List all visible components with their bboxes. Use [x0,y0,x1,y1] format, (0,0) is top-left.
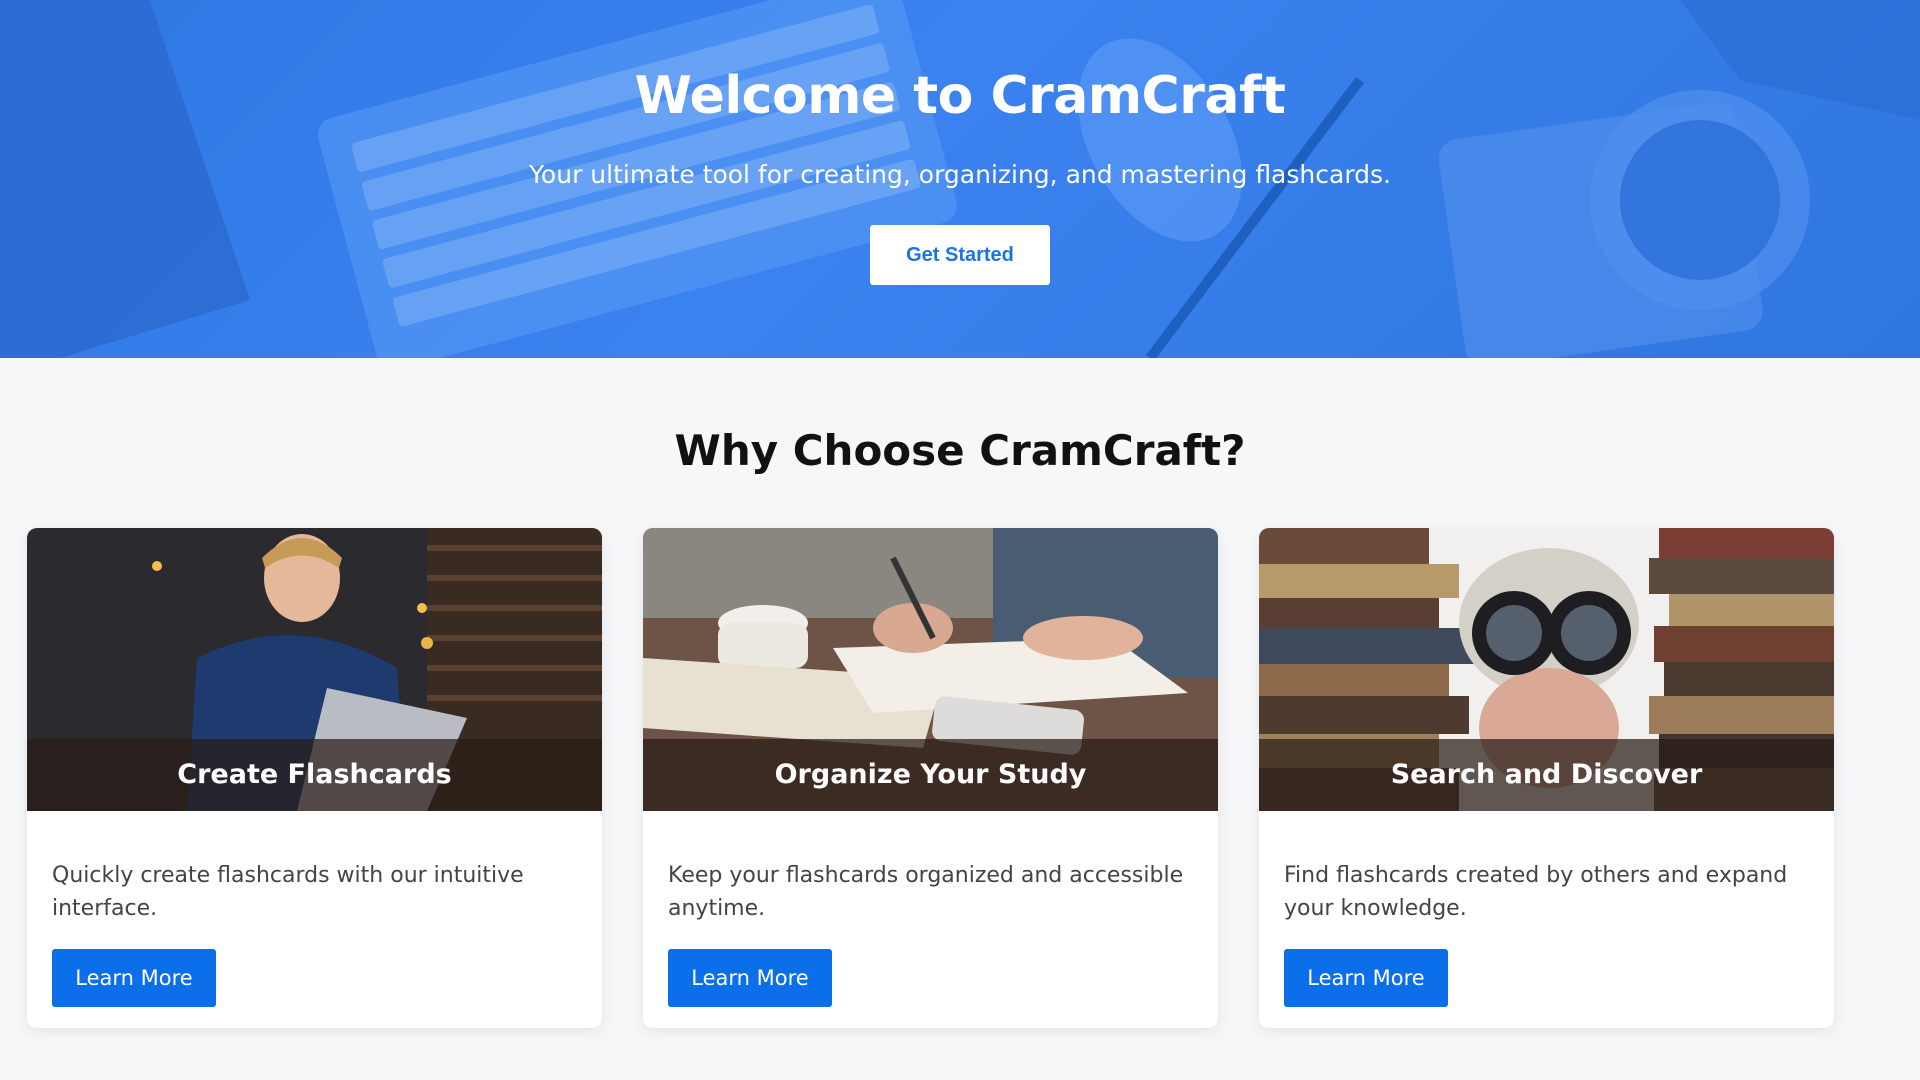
get-started-button[interactable]: Get Started [870,225,1050,285]
hero-title: Welcome to CramCraft [634,66,1286,126]
card-caption: Search and Discover [1259,739,1834,811]
card-body: Find flashcards created by others and ex… [1259,811,1834,1007]
hero-subtitle: Your ultimate tool for creating, organiz… [528,160,1391,189]
feature-card-search: Search and Discover Find flashcards crea… [1259,528,1834,1028]
card-caption: Create Flashcards [27,739,602,811]
learn-more-button[interactable]: Learn More [668,949,832,1007]
organize-study-image: Organize Your Study [643,528,1218,811]
card-description: Keep your flashcards organized and acces… [668,863,1184,921]
card-description: Find flashcards created by others and ex… [1284,863,1788,921]
feature-card-create: Create Flashcards Quickly create flashca… [27,528,602,1028]
card-description: Quickly create flashcards with our intui… [52,863,524,921]
learn-more-button[interactable]: Learn More [52,949,216,1007]
card-body: Quickly create flashcards with our intui… [27,811,602,1007]
card-caption: Organize Your Study [643,739,1218,811]
section-title: Why Choose CramCraft? [674,426,1246,475]
hero-banner: Welcome to CramCraft Your ultimate tool … [0,0,1920,358]
search-discover-image: Search and Discover [1259,528,1834,811]
card-body: Keep your flashcards organized and acces… [643,811,1218,1007]
create-flashcards-image: Create Flashcards [27,528,602,811]
feature-card-organize: Organize Your Study Keep your flashcards… [643,528,1218,1028]
feature-cards: Create Flashcards Quickly create flashca… [27,528,1834,1028]
learn-more-button[interactable]: Learn More [1284,949,1448,1007]
hero-content: Welcome to CramCraft Your ultimate tool … [0,0,1920,285]
